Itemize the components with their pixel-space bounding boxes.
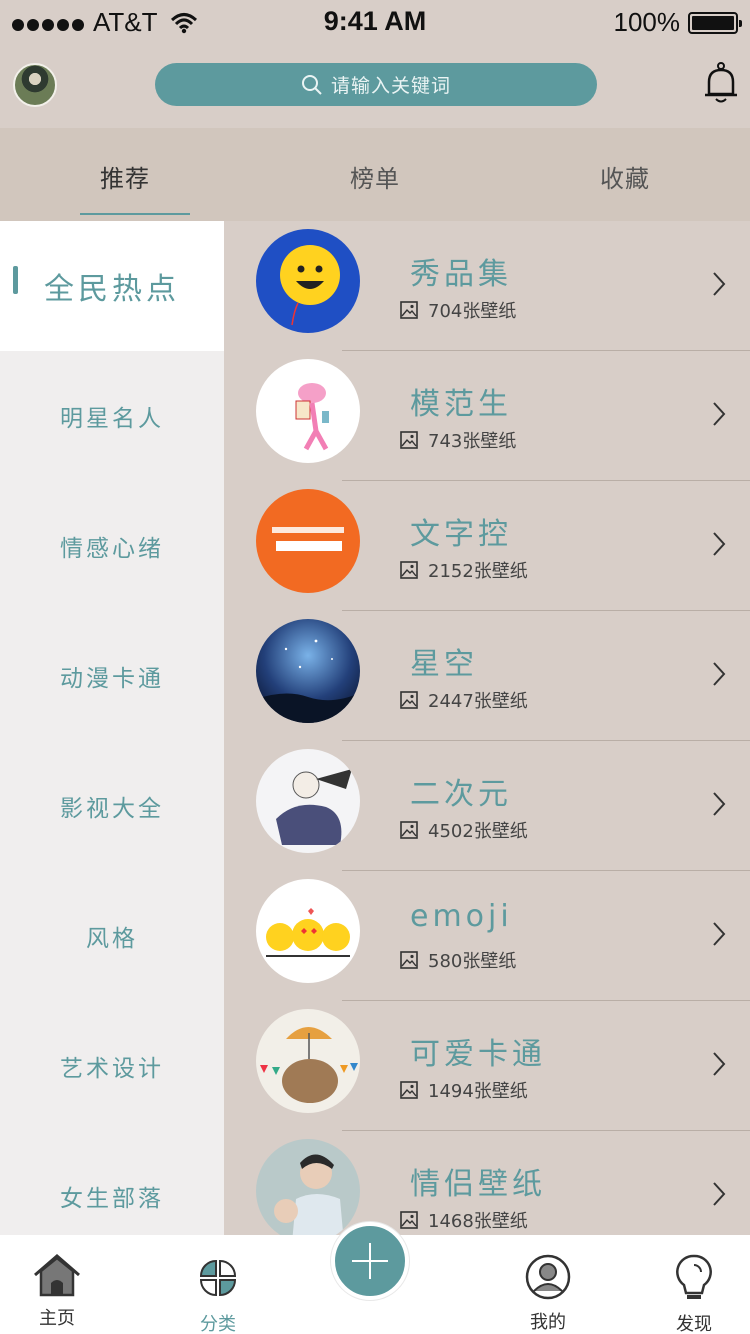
list-item[interactable]: 情侣壁纸 1468张壁纸 [224, 1131, 750, 1235]
chevron-right-icon [713, 1052, 726, 1076]
notification-bell-icon[interactable] [703, 62, 739, 106]
collection-count: 1494张壁纸 [400, 1077, 528, 1103]
collection-thumbnail [256, 1139, 360, 1235]
sidebar-item-style[interactable]: 风格 [0, 871, 224, 1001]
collection-title: emoji [410, 899, 513, 934]
sidebar-item-emotion[interactable]: 情感心绪 [0, 481, 224, 611]
collection-title: 二次元 [410, 777, 512, 812]
nav-discover[interactable]: 发现 [639, 1253, 749, 1334]
list-item[interactable]: 二次元 4502张壁纸 [224, 741, 750, 871]
collection-count: 1468张壁纸 [400, 1207, 528, 1233]
collection-count: 580张壁纸 [400, 947, 516, 973]
list-item[interactable]: 星空 2447张壁纸 [224, 611, 750, 741]
collection-thumbnail [256, 489, 360, 593]
collection-thumbnail [256, 879, 360, 983]
tab-recommend[interactable]: 推荐 [0, 128, 250, 221]
search-placeholder: 请输入关键词 [330, 75, 451, 97]
add-plus-button[interactable] [331, 1222, 409, 1300]
battery-status: 100% [613, 7, 742, 38]
collection-count: 2152张壁纸 [400, 557, 528, 583]
nav-profile-label: 我的 [530, 1312, 566, 1333]
collection-title: 文字控 [410, 517, 512, 552]
image-icon [400, 1081, 418, 1099]
home-icon [34, 1254, 80, 1297]
collection-count: 743张壁纸 [400, 427, 516, 453]
list-item[interactable]: 文字控 2152张壁纸 [224, 481, 750, 611]
nav-discover-label: 发现 [676, 1314, 712, 1334]
collection-thumbnail [256, 749, 360, 853]
chevron-right-icon [713, 922, 726, 946]
battery-percent: 100% [613, 7, 681, 37]
sidebar-item-hot[interactable]: 全民热点 [0, 221, 224, 351]
image-icon [400, 431, 418, 449]
user-avatar[interactable] [13, 63, 57, 107]
image-icon [400, 821, 418, 839]
image-icon [400, 561, 418, 579]
search-bar[interactable]: 请输入关键词 [155, 63, 597, 106]
list-item[interactable]: 秀品集 704张壁纸 [224, 221, 750, 351]
sidebar-item-celebrities[interactable]: 明星名人 [0, 351, 224, 481]
chevron-right-icon [713, 662, 726, 686]
category-icon [199, 1259, 237, 1297]
sidebar-item-art[interactable]: 艺术设计 [0, 1001, 224, 1131]
collection-title: 星空 [410, 647, 478, 682]
battery-icon [688, 11, 742, 34]
sidebar-item-anime[interactable]: 动漫卡通 [0, 611, 224, 741]
category-sidebar: 全民热点 明星名人 情感心绪 动漫卡通 影视大全 风格 艺术设计 女生部落 [0, 221, 224, 1235]
collection-title: 可爱卡通 [410, 1037, 546, 1072]
chevron-right-icon [713, 792, 726, 816]
tab-ranking[interactable]: 榜单 [250, 128, 500, 221]
image-icon [400, 951, 418, 969]
list-item[interactable]: 可爱卡通 1494张壁纸 [224, 1001, 750, 1131]
collection-thumbnail [256, 619, 360, 723]
nav-profile[interactable]: 我的 [493, 1253, 603, 1334]
collection-thumbnail [256, 229, 360, 333]
nav-home-label: 主页 [39, 1308, 75, 1329]
profile-icon [525, 1254, 571, 1300]
wallpaper-collection-list: 秀品集 704张壁纸 模范生 743张壁纸 文字控 2152张壁纸 星空 244… [224, 221, 750, 1235]
image-icon [400, 691, 418, 709]
collection-count: 704张壁纸 [400, 297, 516, 323]
nav-category[interactable]: 分类 [163, 1253, 273, 1334]
collection-title: 情侣壁纸 [410, 1167, 546, 1202]
status-bar: AT&T 9:41 AM 100% [0, 0, 750, 42]
image-icon [400, 301, 418, 319]
collection-title: 秀品集 [410, 257, 512, 292]
list-item[interactable]: 模范生 743张壁纸 [224, 351, 750, 481]
discover-bulb-icon [676, 1254, 712, 1299]
image-icon [400, 1211, 418, 1229]
chevron-right-icon [713, 272, 726, 296]
collection-count: 4502张壁纸 [400, 817, 528, 843]
search-icon [301, 74, 322, 95]
collection-thumbnail [256, 1009, 360, 1113]
sidebar-item-film[interactable]: 影视大全 [0, 741, 224, 871]
nav-category-label: 分类 [200, 1314, 236, 1334]
chevron-right-icon [713, 1182, 726, 1206]
nav-home[interactable]: 主页 [2, 1253, 112, 1330]
tab-favorites[interactable]: 收藏 [500, 128, 750, 221]
collection-count: 2447张壁纸 [400, 687, 528, 713]
top-tabs: 推荐 榜单 收藏 [0, 128, 750, 221]
collection-title: 模范生 [410, 387, 512, 422]
collection-thumbnail [256, 359, 360, 463]
chevron-right-icon [713, 402, 726, 426]
list-item[interactable]: emoji 580张壁纸 [224, 871, 750, 1001]
chevron-right-icon [713, 532, 726, 556]
